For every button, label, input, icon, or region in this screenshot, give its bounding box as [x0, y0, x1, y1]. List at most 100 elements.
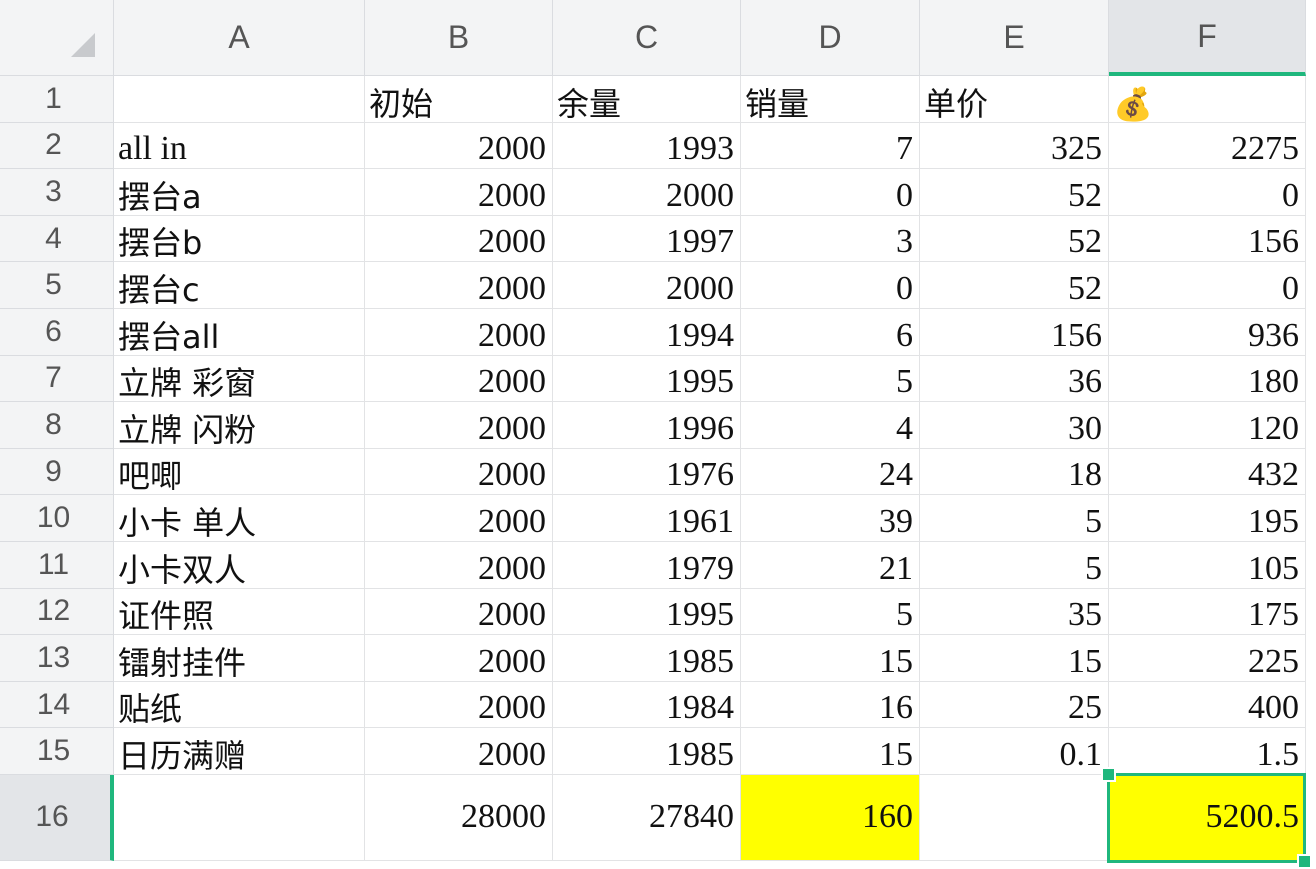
cell-e8[interactable]: 30: [920, 402, 1109, 449]
cell-a5[interactable]: 摆台c: [114, 262, 365, 309]
cell-b15[interactable]: 2000: [365, 728, 553, 775]
cell-d10[interactable]: 39: [741, 495, 920, 542]
row-header-10[interactable]: 10: [0, 495, 114, 542]
cell-d4[interactable]: 3: [741, 215, 920, 263]
cell-c8[interactable]: 1996: [553, 402, 741, 449]
cell-c6[interactable]: 1994: [553, 308, 741, 356]
cell-c10[interactable]: 1961: [553, 495, 741, 542]
cell-f11[interactable]: 105: [1109, 541, 1306, 589]
cell-e15[interactable]: 0.1: [920, 728, 1109, 775]
cell-e13[interactable]: 15: [920, 635, 1109, 682]
cell-a6[interactable]: 摆台all: [114, 308, 365, 356]
cell-c9[interactable]: 1976: [553, 448, 741, 496]
cell-f16[interactable]: 5200.5: [1109, 774, 1306, 861]
select-all-corner[interactable]: [0, 0, 114, 76]
cell-d11[interactable]: 21: [741, 541, 920, 589]
cell-a9[interactable]: 吧唧: [114, 448, 365, 496]
row-header-4[interactable]: 4: [0, 215, 114, 263]
cell-a14[interactable]: 贴纸: [114, 681, 365, 729]
row-header-15[interactable]: 15: [0, 728, 114, 775]
cell-a16[interactable]: [114, 774, 365, 861]
cell-d14[interactable]: 16: [741, 681, 920, 729]
cell-e2[interactable]: 325: [920, 122, 1109, 170]
row-header-13[interactable]: 13: [0, 635, 114, 682]
cell-b10[interactable]: 2000: [365, 495, 553, 542]
cell-c11[interactable]: 1979: [553, 541, 741, 589]
cell-c12[interactable]: 1995: [553, 588, 741, 636]
cell-b2[interactable]: 2000: [365, 122, 553, 170]
cell-a8[interactable]: 立牌 闪粉: [114, 402, 365, 449]
cell-e14[interactable]: 25: [920, 681, 1109, 729]
cell-c4[interactable]: 1997: [553, 215, 741, 263]
row-header-11[interactable]: 11: [0, 541, 114, 589]
cell-b14[interactable]: 2000: [365, 681, 553, 729]
cell-a2[interactable]: all in: [114, 122, 365, 170]
row-header-16[interactable]: 16: [0, 774, 114, 861]
cell-f12[interactable]: 175: [1109, 588, 1306, 636]
cell-b3[interactable]: 2000: [365, 169, 553, 216]
row-header-6[interactable]: 6: [0, 308, 114, 356]
cell-c14[interactable]: 1984: [553, 681, 741, 729]
cell-d8[interactable]: 4: [741, 402, 920, 449]
cell-c3[interactable]: 2000: [553, 169, 741, 216]
cell-c5[interactable]: 2000: [553, 262, 741, 309]
cell-a11[interactable]: 小卡双人: [114, 541, 365, 589]
column-header-e[interactable]: E: [920, 0, 1109, 76]
cell-f9[interactable]: 432: [1109, 448, 1306, 496]
cell-e5[interactable]: 52: [920, 262, 1109, 309]
cell-e3[interactable]: 52: [920, 169, 1109, 216]
cell-d15[interactable]: 15: [741, 728, 920, 775]
cell-c13[interactable]: 1985: [553, 635, 741, 682]
cell-f8[interactable]: 120: [1109, 402, 1306, 449]
cell-b16[interactable]: 28000: [365, 774, 553, 861]
cell-c16[interactable]: 27840: [553, 774, 741, 861]
cell-c7[interactable]: 1995: [553, 355, 741, 403]
cell-d7[interactable]: 5: [741, 355, 920, 403]
cell-f7[interactable]: 180: [1109, 355, 1306, 403]
cell-d6[interactable]: 6: [741, 308, 920, 356]
row-header-12[interactable]: 12: [0, 588, 114, 636]
cell-e16[interactable]: [920, 774, 1109, 861]
cell-d12[interactable]: 5: [741, 588, 920, 636]
column-header-c[interactable]: C: [553, 0, 741, 76]
cell-e4[interactable]: 52: [920, 215, 1109, 263]
cell-e6[interactable]: 156: [920, 308, 1109, 356]
cell-f4[interactable]: 156: [1109, 215, 1306, 263]
cell-b7[interactable]: 2000: [365, 355, 553, 403]
column-header-f[interactable]: F: [1109, 0, 1306, 76]
cell-b13[interactable]: 2000: [365, 635, 553, 682]
cell-f2[interactable]: 2275: [1109, 122, 1306, 170]
column-header-d[interactable]: D: [741, 0, 920, 76]
cell-f10[interactable]: 195: [1109, 495, 1306, 542]
cell-a13[interactable]: 镭射挂件: [114, 635, 365, 682]
cell-e9[interactable]: 18: [920, 448, 1109, 496]
cell-f6[interactable]: 936: [1109, 308, 1306, 356]
cell-d2[interactable]: 7: [741, 122, 920, 170]
cell-c2[interactable]: 1993: [553, 122, 741, 170]
cell-b12[interactable]: 2000: [365, 588, 553, 636]
cell-a12[interactable]: 证件照: [114, 588, 365, 636]
column-header-b[interactable]: B: [365, 0, 553, 76]
cell-d5[interactable]: 0: [741, 262, 920, 309]
cell-d3[interactable]: 0: [741, 169, 920, 216]
cell-f3[interactable]: 0: [1109, 169, 1306, 216]
cell-a7[interactable]: 立牌 彩窗: [114, 355, 365, 403]
cell-c1[interactable]: 余量: [553, 76, 741, 123]
cell-f13[interactable]: 225: [1109, 635, 1306, 682]
cell-b9[interactable]: 2000: [365, 448, 553, 496]
column-header-a[interactable]: A: [114, 0, 365, 76]
row-header-9[interactable]: 9: [0, 448, 114, 496]
cell-d13[interactable]: 15: [741, 635, 920, 682]
row-header-5[interactable]: 5: [0, 262, 114, 309]
cell-a4[interactable]: 摆台b: [114, 215, 365, 263]
cell-e10[interactable]: 5: [920, 495, 1109, 542]
row-header-2[interactable]: 2: [0, 122, 114, 170]
cell-a10[interactable]: 小卡 单人: [114, 495, 365, 542]
cell-f14[interactable]: 400: [1109, 681, 1306, 729]
row-header-14[interactable]: 14: [0, 681, 114, 729]
cell-f1[interactable]: 💰: [1109, 76, 1306, 123]
cell-f5[interactable]: 0: [1109, 262, 1306, 309]
cell-a1[interactable]: [114, 76, 365, 123]
row-header-7[interactable]: 7: [0, 355, 114, 403]
row-header-1[interactable]: 1: [0, 76, 114, 123]
